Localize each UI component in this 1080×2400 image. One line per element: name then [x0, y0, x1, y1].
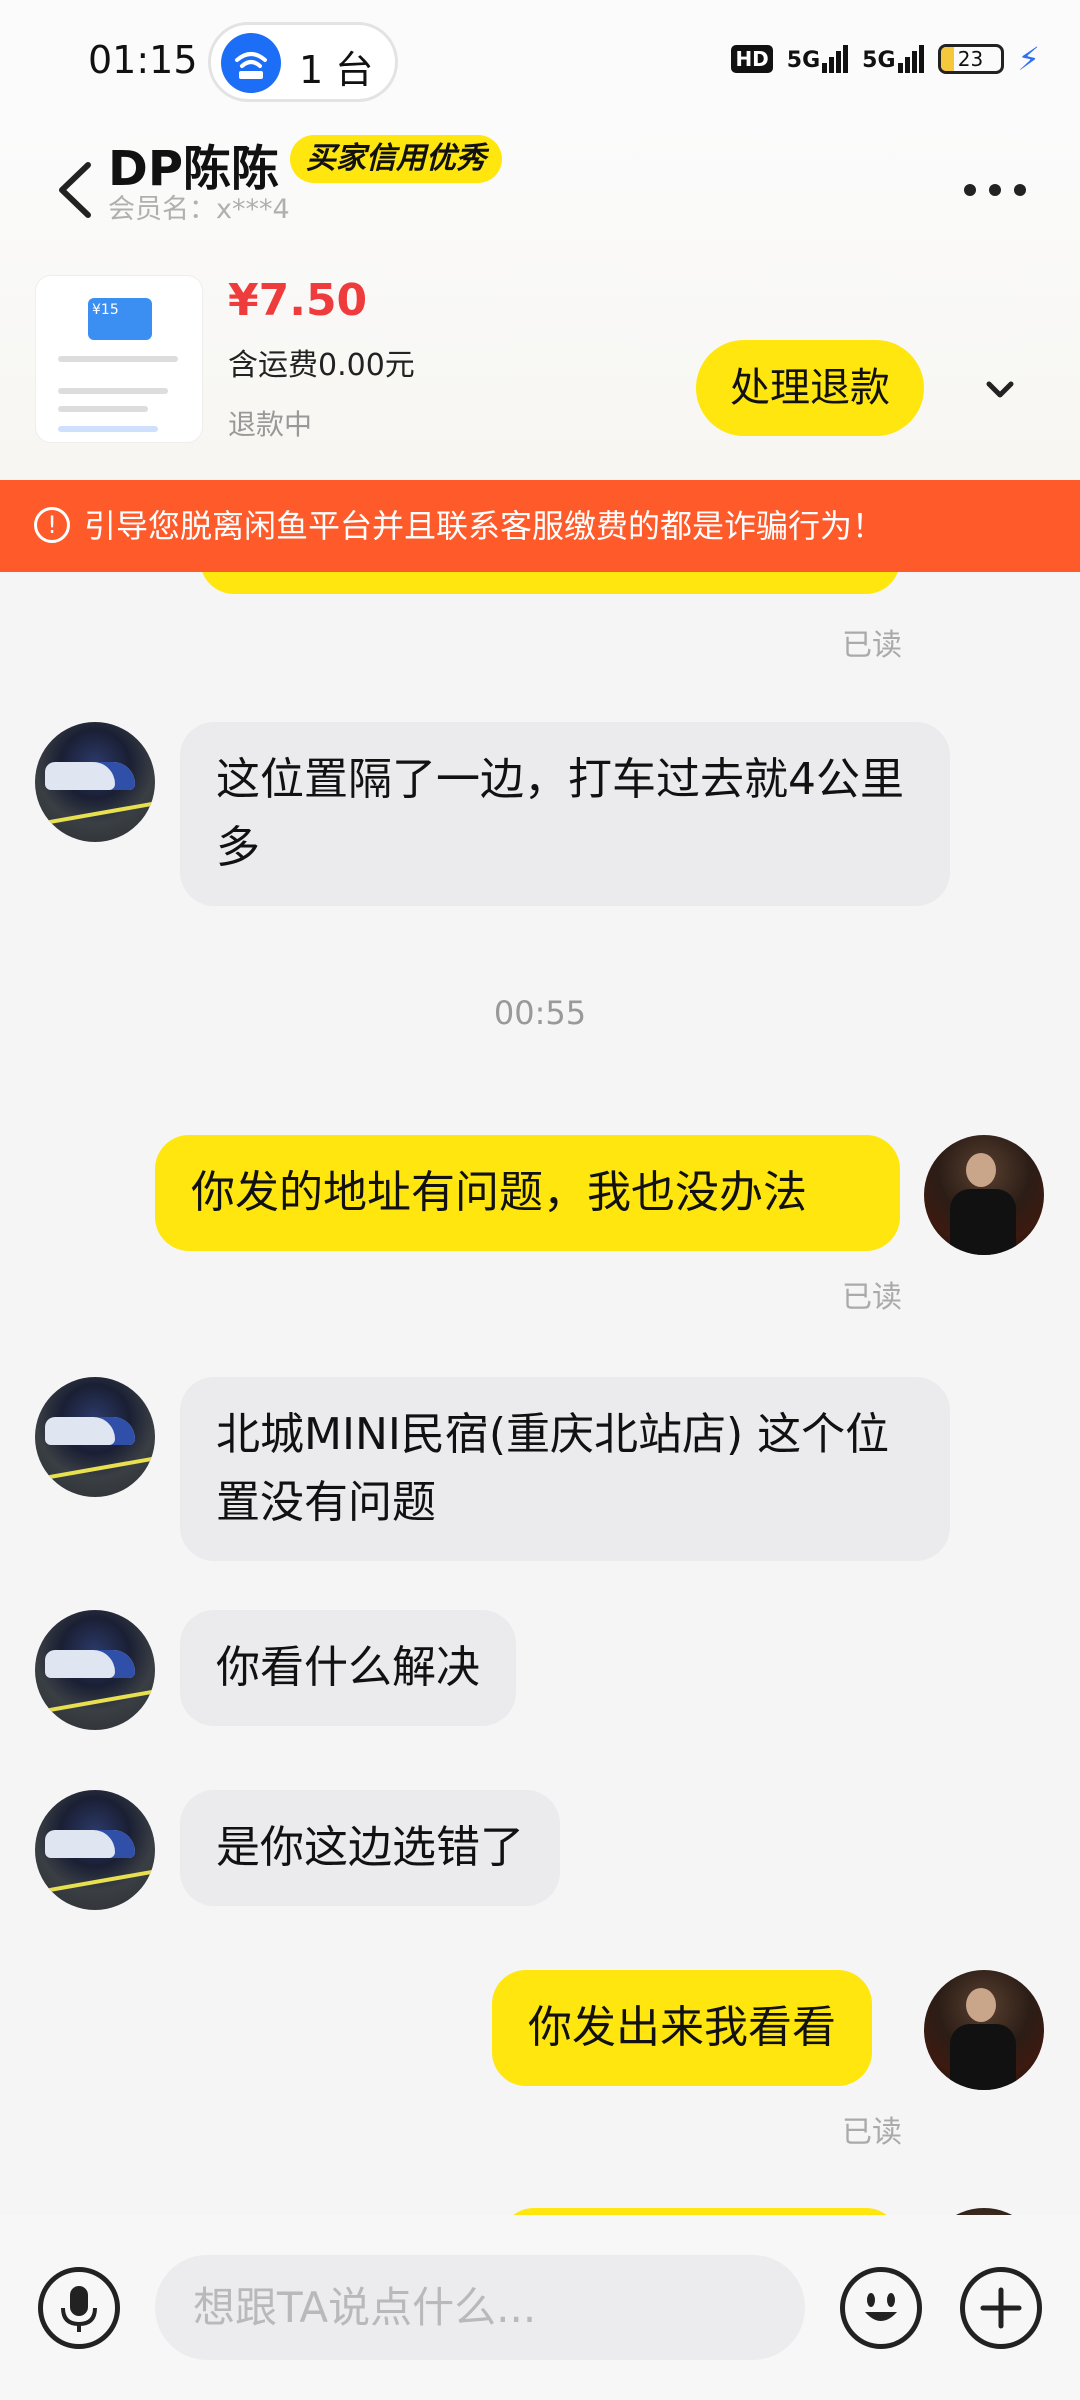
hotspot-pill[interactable]: 1 台 — [208, 22, 398, 102]
more-actions-button[interactable] — [960, 2267, 1042, 2349]
warning-text: 引导您脱离闲鱼平台并且联系客服缴费的都是诈骗行为！ — [84, 507, 885, 545]
my-avatar[interactable] — [924, 2208, 1044, 2215]
chevron-down-icon — [986, 381, 1014, 398]
chevron-left-icon — [59, 162, 91, 218]
emoji-button[interactable] — [840, 2267, 922, 2349]
alert-circle-icon: ! — [34, 507, 70, 543]
back-button[interactable] — [50, 145, 100, 235]
expand-order-button[interactable] — [975, 365, 1025, 415]
signal-label: 5G — [786, 48, 821, 73]
product-thumbnail[interactable]: ¥15 — [35, 275, 203, 443]
hotspot-count: 1 台 — [299, 48, 374, 92]
message-bubble-outgoing[interactable] — [200, 572, 900, 594]
shipping-fee: 含运费0.00元 — [228, 348, 415, 383]
wifi-hotspot-icon — [221, 33, 281, 93]
signal-label: 5G — [862, 48, 896, 73]
contact-avatar[interactable] — [35, 722, 155, 842]
message-list[interactable]: 已读 这位置隔了一边，打车过去就4公里多 00:55 你发的地址有问题，我也没办… — [0, 572, 1080, 2215]
refund-status: 退款中 — [228, 408, 313, 441]
hd-voice-icon: HD — [731, 45, 773, 73]
voice-input-button[interactable] — [38, 2267, 120, 2349]
handle-refund-button[interactable]: 处理退款 — [696, 340, 924, 436]
message-bubble-incoming[interactable]: 这位置隔了一边，打车过去就4公里多 — [180, 722, 950, 906]
fraud-warning-banner: ! 引导您脱离闲鱼平台并且联系客服缴费的都是诈骗行为！ — [0, 480, 1080, 572]
contact-avatar[interactable] — [35, 1610, 155, 1730]
credit-badge: 买家信用优秀 — [290, 135, 502, 183]
message-bubble-outgoing[interactable]: 你发出来我看看 — [492, 1970, 872, 2086]
contact-avatar[interactable] — [35, 1377, 155, 1497]
my-avatar[interactable] — [924, 1135, 1044, 1255]
message-bubble-incoming[interactable]: 你看什么解决 — [180, 1610, 516, 1726]
emoji-icon — [865, 2293, 897, 2321]
status-icons: HD 5G 5G 23 ⚡ — [731, 40, 1040, 78]
signal-icon: 5G — [862, 45, 924, 73]
my-avatar[interactable] — [924, 1970, 1044, 2090]
product-card-image: ¥15 — [88, 298, 152, 340]
input-bar — [0, 2215, 1080, 2400]
read-receipt: 已读 — [842, 1280, 902, 1315]
chat-header: DP陈陈 买家信用优秀 会员名：x***4 ¥15 ¥7.50 含运费0.00元… — [0, 125, 1080, 480]
message-bubble-incoming[interactable]: 是你这边选错了 — [180, 1790, 560, 1906]
member-id: 会员名：x***4 — [108, 194, 290, 225]
microphone-icon — [61, 2286, 97, 2332]
read-receipt: 已读 — [842, 628, 902, 663]
signal-icon: 5G — [786, 45, 849, 73]
read-receipt: 已读 — [842, 2115, 902, 2150]
more-horizontal-icon — [964, 184, 1026, 196]
plus-icon — [980, 2287, 1022, 2329]
message-bubble-outgoing[interactable]: 你发的地址有问题，我也没办法 — [155, 1135, 900, 1251]
status-time: 01:15 — [88, 38, 198, 82]
battery-level: 23 — [957, 47, 984, 71]
message-input[interactable] — [155, 2255, 805, 2360]
status-bar: 01:15 1 台 HD 5G 5G 23 ⚡ — [0, 0, 1080, 125]
message-timestamp: 00:55 — [493, 994, 587, 1032]
contact-avatar[interactable] — [35, 1790, 155, 1910]
message-bubble-outgoing[interactable] — [500, 2208, 900, 2215]
charging-icon: ⚡ — [1017, 40, 1040, 78]
order-price: ¥7.50 — [228, 275, 368, 326]
message-bubble-incoming[interactable]: 北城MINI民宿(重庆北站店) 这个位置没有问题 — [180, 1377, 950, 1561]
battery-icon: 23 — [937, 44, 1004, 74]
more-button[interactable] — [960, 165, 1030, 222]
